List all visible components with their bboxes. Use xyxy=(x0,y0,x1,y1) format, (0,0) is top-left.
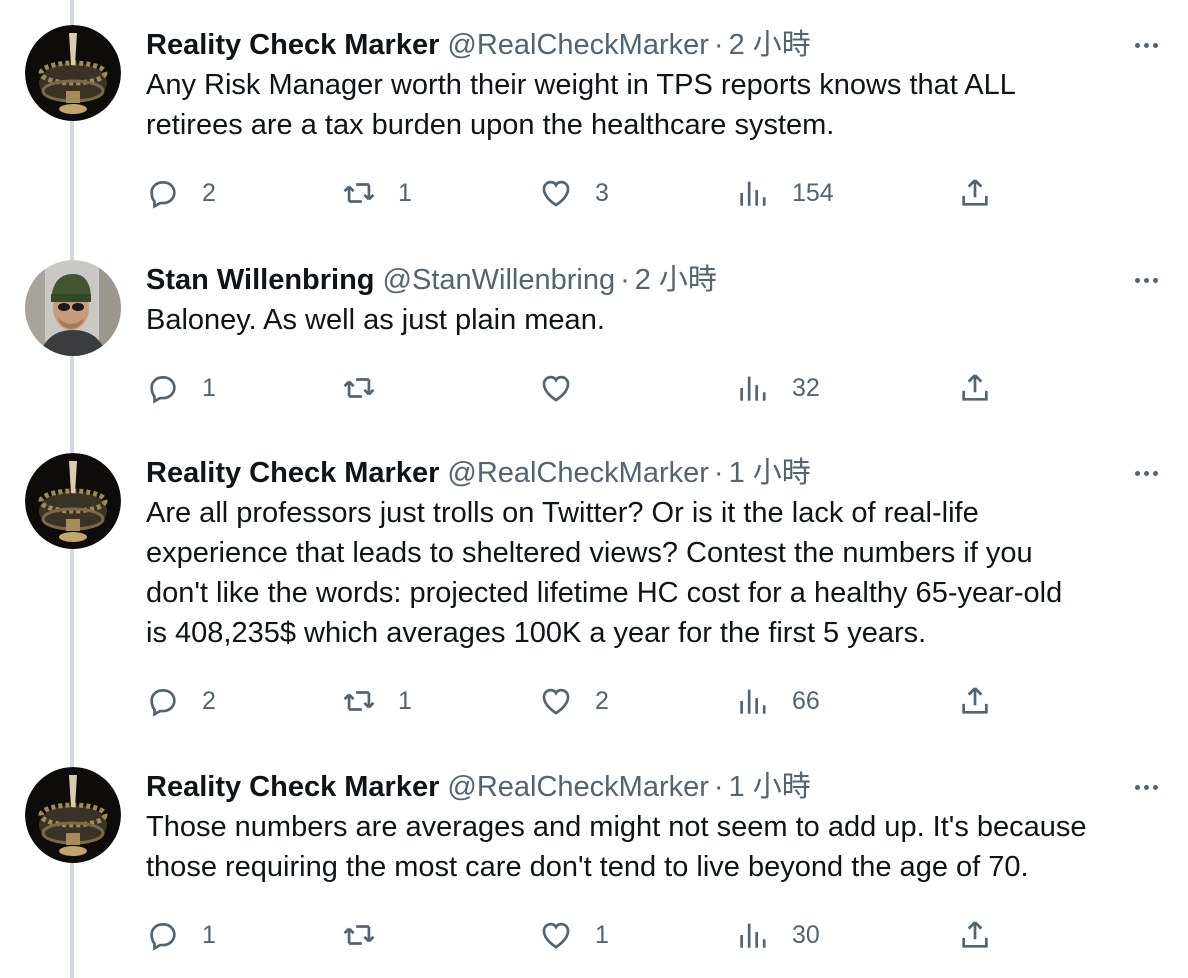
separator-dot: · xyxy=(713,771,724,803)
reply-icon xyxy=(150,689,176,717)
like-count: 1 xyxy=(595,920,609,949)
timestamp[interactable]: 1 小時 xyxy=(729,453,811,493)
reply-count: 2 xyxy=(202,686,216,715)
heart-icon xyxy=(542,688,570,715)
like-button[interactable]: 3 xyxy=(539,173,609,213)
like-button[interactable]: 2 xyxy=(539,681,609,721)
tweet-actions: 2 1 2 66 xyxy=(146,681,1006,721)
retweet-button[interactable] xyxy=(342,915,398,955)
analytics-icon xyxy=(740,689,766,714)
retweet-icon xyxy=(343,183,375,203)
user-handle[interactable]: @StanWillenbring xyxy=(383,260,616,300)
reply-count: 1 xyxy=(202,373,216,402)
reply-icon xyxy=(150,923,176,951)
analytics-icon xyxy=(740,181,766,206)
reply-count: 2 xyxy=(202,178,216,207)
tweet-actions: 2 1 3 154 xyxy=(146,173,1006,213)
retweet-button[interactable]: 1 xyxy=(342,173,412,213)
heart-icon xyxy=(542,375,570,402)
retweet-button[interactable]: 1 xyxy=(342,681,412,721)
like-button[interactable]: 1 xyxy=(539,915,609,955)
display-name[interactable]: Reality Check Marker xyxy=(146,453,439,493)
tweet-text: Those numbers are averages and might not… xyxy=(146,811,1087,883)
tweet-text: Are all professors just trolls on Twitte… xyxy=(146,497,1063,649)
like-count: 2 xyxy=(595,686,609,715)
like-button[interactable] xyxy=(539,368,595,408)
reply-icon xyxy=(150,376,176,404)
share-button[interactable] xyxy=(958,368,992,408)
reply-button[interactable]: 1 xyxy=(146,368,216,408)
share-icon xyxy=(962,374,988,401)
separator-dot: · xyxy=(713,29,724,61)
tweet-header: Reality Check Marker @RealCheckMarker · … xyxy=(146,767,1148,807)
share-button[interactable] xyxy=(958,173,992,213)
display-name[interactable]: Reality Check Marker xyxy=(146,25,439,65)
tweet-header: Reality Check Marker @RealCheckMarker · … xyxy=(146,25,1148,65)
more-options-icon[interactable] xyxy=(1126,264,1166,296)
share-icon xyxy=(962,921,988,948)
like-count: 3 xyxy=(595,178,609,207)
share-icon xyxy=(962,179,988,206)
retweet-icon xyxy=(343,378,375,398)
user-handle[interactable]: @RealCheckMarker xyxy=(447,767,709,807)
retweet-icon xyxy=(343,925,375,945)
view-count: 154 xyxy=(792,178,834,207)
retweet-count: 1 xyxy=(398,178,412,207)
analytics-icon xyxy=(740,923,766,948)
goblet-avatar[interactable] xyxy=(25,453,121,549)
retweet-count: 1 xyxy=(398,686,412,715)
tweet-actions: 1 32 xyxy=(146,368,1006,408)
view-count: 66 xyxy=(792,686,820,715)
man-in-beanie-avatar[interactable] xyxy=(25,260,121,356)
reply-icon xyxy=(150,181,176,209)
share-icon xyxy=(962,687,988,714)
share-button[interactable] xyxy=(958,681,992,721)
goblet-avatar[interactable] xyxy=(25,25,121,121)
heart-icon xyxy=(542,180,570,207)
retweet-icon xyxy=(343,691,375,711)
tweet-actions: 1 1 30 xyxy=(146,915,1006,955)
goblet-avatar[interactable] xyxy=(25,767,121,863)
timestamp[interactable]: 1 小時 xyxy=(729,767,811,807)
views-button[interactable]: 66 xyxy=(736,681,820,721)
reply-count: 1 xyxy=(202,920,216,949)
retweet-button[interactable] xyxy=(342,368,398,408)
views-button[interactable]: 32 xyxy=(736,368,820,408)
more-options-icon[interactable] xyxy=(1126,771,1166,803)
more-options-icon[interactable] xyxy=(1126,29,1166,61)
reply-button[interactable]: 2 xyxy=(146,173,216,213)
more-options-icon[interactable] xyxy=(1126,457,1166,489)
share-button[interactable] xyxy=(958,915,992,955)
timestamp[interactable]: 2 小時 xyxy=(635,260,717,300)
display-name[interactable]: Stan Willenbring xyxy=(146,260,375,300)
tweet-text: Baloney. As well as just plain mean. xyxy=(146,304,605,336)
tweet-header: Stan Willenbring @StanWillenbring · 2 小時 xyxy=(146,260,1148,300)
separator-dot: · xyxy=(713,457,724,489)
views-button[interactable]: 154 xyxy=(736,173,834,213)
user-handle[interactable]: @RealCheckMarker xyxy=(447,25,709,65)
heart-icon xyxy=(542,922,570,949)
user-handle[interactable]: @RealCheckMarker xyxy=(447,453,709,493)
views-button[interactable]: 30 xyxy=(736,915,820,955)
reply-button[interactable]: 1 xyxy=(146,915,216,955)
reply-button[interactable]: 2 xyxy=(146,681,216,721)
tweet-text: Any Risk Manager worth their weight in T… xyxy=(146,69,1015,141)
view-count: 32 xyxy=(792,373,820,402)
analytics-icon xyxy=(740,376,766,401)
separator-dot: · xyxy=(620,264,630,296)
display-name[interactable]: Reality Check Marker xyxy=(146,767,439,807)
timestamp[interactable]: 2 小時 xyxy=(729,25,811,65)
view-count: 30 xyxy=(792,920,820,949)
tweet-header: Reality Check Marker @RealCheckMarker · … xyxy=(146,453,1148,493)
